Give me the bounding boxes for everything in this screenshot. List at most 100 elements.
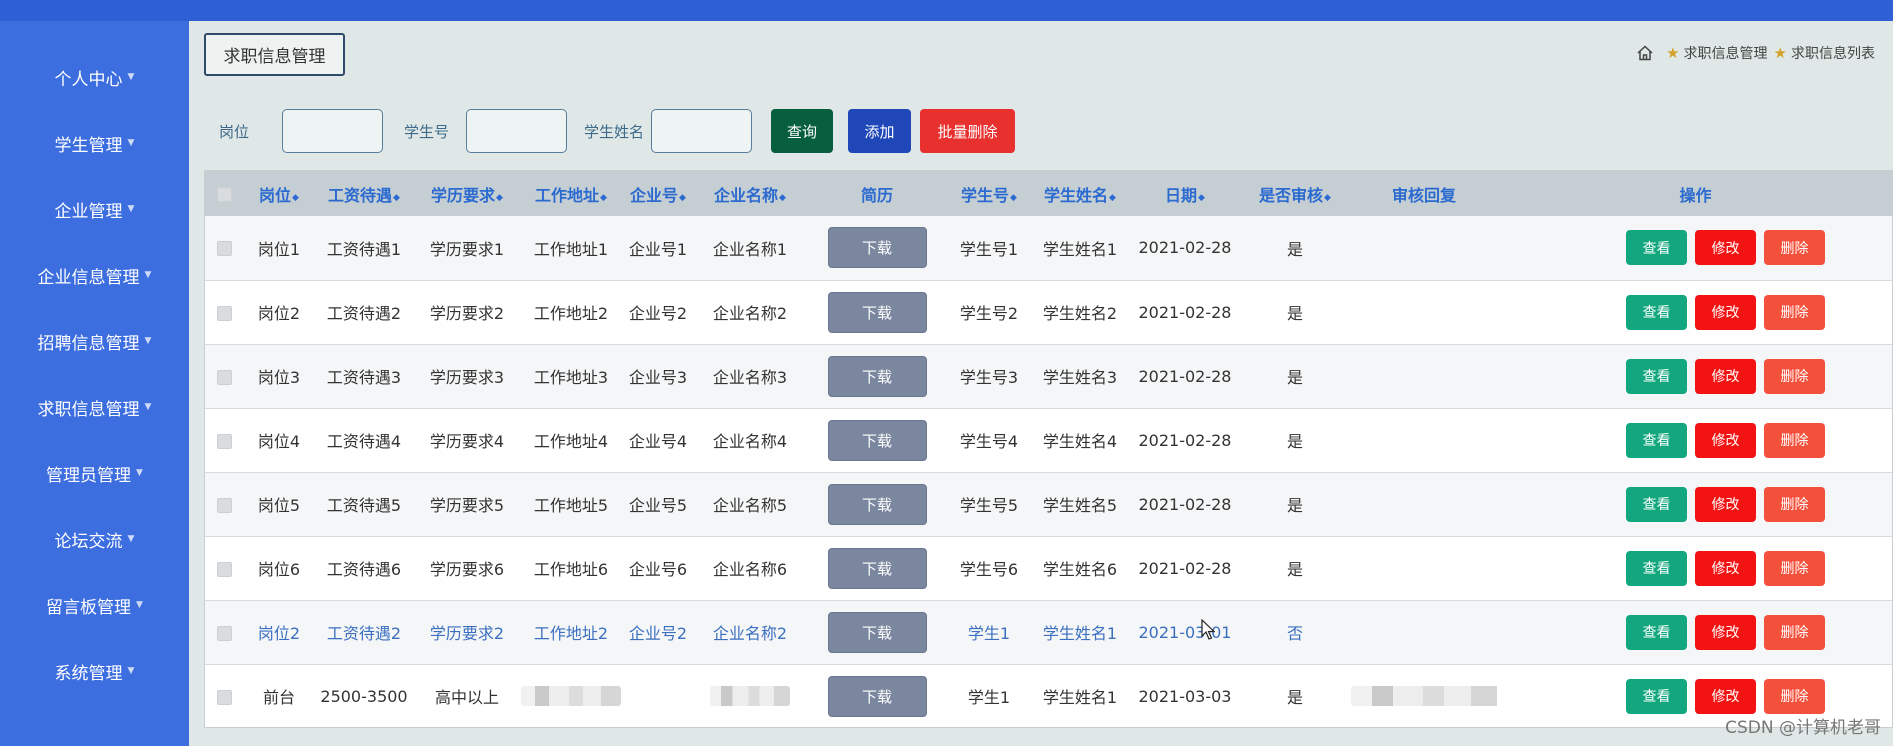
row-checkbox[interactable] bbox=[216, 497, 232, 513]
column-header[interactable]: 企业名称◆ bbox=[695, 171, 805, 216]
cell-resume: 下载 bbox=[805, 472, 949, 536]
sidebar-item-system[interactable]: 系统管理 ▼ bbox=[0, 638, 189, 704]
sidebar-item-company-info[interactable]: 企业信息管理 ▼ bbox=[0, 242, 189, 308]
view-button[interactable]: 查看 bbox=[1626, 230, 1687, 266]
sort-icon[interactable]: ◆ bbox=[679, 193, 686, 203]
sidebar-item-forum[interactable]: 论坛交流 ▼ bbox=[0, 506, 189, 572]
breadcrumb-item[interactable]: 求职信息管理 bbox=[1684, 43, 1768, 63]
delete-button[interactable]: 删除 bbox=[1764, 294, 1825, 330]
edit-button[interactable]: 修改 bbox=[1695, 550, 1756, 586]
sort-icon[interactable]: ◆ bbox=[1198, 193, 1205, 203]
row-checkbox[interactable] bbox=[216, 369, 232, 385]
select-all-checkbox[interactable] bbox=[216, 187, 232, 202]
sort-icon[interactable]: ◆ bbox=[1010, 193, 1017, 203]
position-label: 岗位 bbox=[219, 123, 250, 141]
cell-resume: 下载 bbox=[805, 536, 949, 600]
column-header[interactable]: 企业号◆ bbox=[621, 171, 695, 216]
select-all-header[interactable] bbox=[205, 171, 243, 216]
cell-student_name: 学生姓名4 bbox=[1042, 432, 1118, 451]
student-no-input[interactable] bbox=[466, 109, 567, 153]
row-select-cell[interactable] bbox=[205, 664, 243, 727]
edit-button[interactable]: 修改 bbox=[1695, 294, 1756, 330]
row-checkbox[interactable] bbox=[216, 689, 232, 705]
edit-button[interactable]: 修改 bbox=[1695, 422, 1756, 458]
cell-education: 学历要求2 bbox=[429, 624, 505, 643]
edit-button[interactable]: 修改 bbox=[1695, 678, 1756, 714]
row-select-cell[interactable] bbox=[205, 344, 243, 408]
download-resume-button[interactable]: 下载 bbox=[827, 547, 927, 589]
delete-button[interactable]: 删除 bbox=[1764, 678, 1825, 714]
edit-button[interactable]: 修改 bbox=[1695, 614, 1756, 650]
row-checkbox[interactable] bbox=[216, 561, 232, 577]
view-button[interactable]: 查看 bbox=[1626, 294, 1687, 330]
sort-icon[interactable]: ◆ bbox=[779, 193, 786, 203]
row-checkbox[interactable] bbox=[216, 241, 232, 257]
sidebar-item-companies[interactable]: 企业管理 ▼ bbox=[0, 176, 189, 242]
delete-button[interactable]: 删除 bbox=[1764, 486, 1825, 522]
row-select-cell[interactable] bbox=[205, 408, 243, 472]
add-button[interactable]: 添加 bbox=[848, 109, 911, 153]
sort-icon[interactable]: ◆ bbox=[1109, 193, 1116, 203]
student-name-input[interactable] bbox=[651, 109, 752, 153]
edit-button[interactable]: 修改 bbox=[1695, 358, 1756, 394]
row-checkbox[interactable] bbox=[216, 433, 232, 449]
column-header[interactable]: 是否审核◆ bbox=[1239, 171, 1351, 216]
delete-button[interactable]: 删除 bbox=[1764, 358, 1825, 394]
download-resume-button[interactable]: 下载 bbox=[827, 483, 927, 525]
edit-button[interactable]: 修改 bbox=[1695, 230, 1756, 266]
row-select-cell[interactable] bbox=[205, 600, 243, 664]
view-button[interactable]: 查看 bbox=[1626, 422, 1687, 458]
position-input[interactable] bbox=[282, 109, 383, 153]
cell-education: 学历要求3 bbox=[429, 368, 505, 387]
column-header[interactable]: 日期◆ bbox=[1131, 171, 1239, 216]
view-button[interactable]: 查看 bbox=[1626, 550, 1687, 586]
sidebar-item-personal-center[interactable]: 个人中心 ▼ bbox=[0, 44, 189, 110]
delete-button[interactable]: 删除 bbox=[1764, 422, 1825, 458]
row-select-cell[interactable] bbox=[205, 536, 243, 600]
cell-address: 工作地址3 bbox=[533, 368, 609, 387]
sort-icon[interactable]: ◆ bbox=[292, 193, 299, 203]
cell-company_name: 企业名称6 bbox=[712, 560, 788, 579]
row-checkbox[interactable] bbox=[216, 305, 232, 321]
sidebar-item-job-seeking[interactable]: 求职信息管理 ▼ bbox=[0, 374, 189, 440]
column-header[interactable]: 岗位◆ bbox=[243, 171, 315, 216]
download-resume-button[interactable]: 下载 bbox=[827, 291, 927, 333]
sidebar-item-admins[interactable]: 管理员管理 ▼ bbox=[0, 440, 189, 506]
sort-icon[interactable]: ◆ bbox=[393, 193, 400, 203]
cell-position: 岗位3 bbox=[257, 368, 301, 387]
cell-education: 学历要求1 bbox=[429, 239, 505, 259]
row-checkbox[interactable] bbox=[216, 625, 232, 641]
view-button[interactable]: 查看 bbox=[1626, 678, 1687, 714]
column-header[interactable]: 工作地址◆ bbox=[521, 171, 621, 216]
delete-button[interactable]: 删除 bbox=[1764, 230, 1825, 266]
sidebar-item-message-board[interactable]: 留言板管理 ▼ bbox=[0, 572, 189, 638]
row-select-cell[interactable] bbox=[205, 472, 243, 536]
download-resume-button[interactable]: 下载 bbox=[827, 419, 927, 461]
sidebar-item-students[interactable]: 学生管理 ▼ bbox=[0, 110, 189, 176]
breadcrumb-item[interactable]: 求职信息列表 bbox=[1791, 43, 1875, 63]
edit-button[interactable]: 修改 bbox=[1695, 486, 1756, 522]
view-button[interactable]: 查看 bbox=[1626, 486, 1687, 522]
download-resume-button[interactable]: 下载 bbox=[827, 611, 927, 653]
column-header[interactable]: 学生姓名◆ bbox=[1029, 171, 1131, 216]
column-header[interactable]: 学生号◆ bbox=[949, 171, 1029, 216]
sort-icon[interactable]: ◆ bbox=[496, 193, 503, 203]
view-button[interactable]: 查看 bbox=[1626, 614, 1687, 650]
home-icon[interactable] bbox=[1636, 44, 1654, 62]
row-select-cell[interactable] bbox=[205, 216, 243, 280]
view-button[interactable]: 查看 bbox=[1626, 358, 1687, 394]
sort-icon[interactable]: ◆ bbox=[600, 193, 607, 203]
batch-delete-button[interactable]: 批量删除 bbox=[920, 109, 1015, 153]
delete-button[interactable]: 删除 bbox=[1764, 614, 1825, 650]
sort-icon[interactable]: ◆ bbox=[1324, 193, 1331, 203]
column-header[interactable]: 学历要求◆ bbox=[413, 171, 521, 216]
query-button[interactable]: 查询 bbox=[771, 109, 833, 153]
download-resume-button[interactable]: 下载 bbox=[827, 227, 927, 269]
row-select-cell[interactable] bbox=[205, 280, 243, 344]
cell-education: 学历要求6 bbox=[429, 560, 505, 579]
sidebar-item-recruitment[interactable]: 招聘信息管理 ▼ bbox=[0, 308, 189, 374]
column-header[interactable]: 工资待遇◆ bbox=[315, 171, 413, 216]
delete-button[interactable]: 删除 bbox=[1764, 550, 1825, 586]
download-resume-button[interactable]: 下载 bbox=[827, 675, 927, 717]
download-resume-button[interactable]: 下载 bbox=[827, 355, 927, 397]
